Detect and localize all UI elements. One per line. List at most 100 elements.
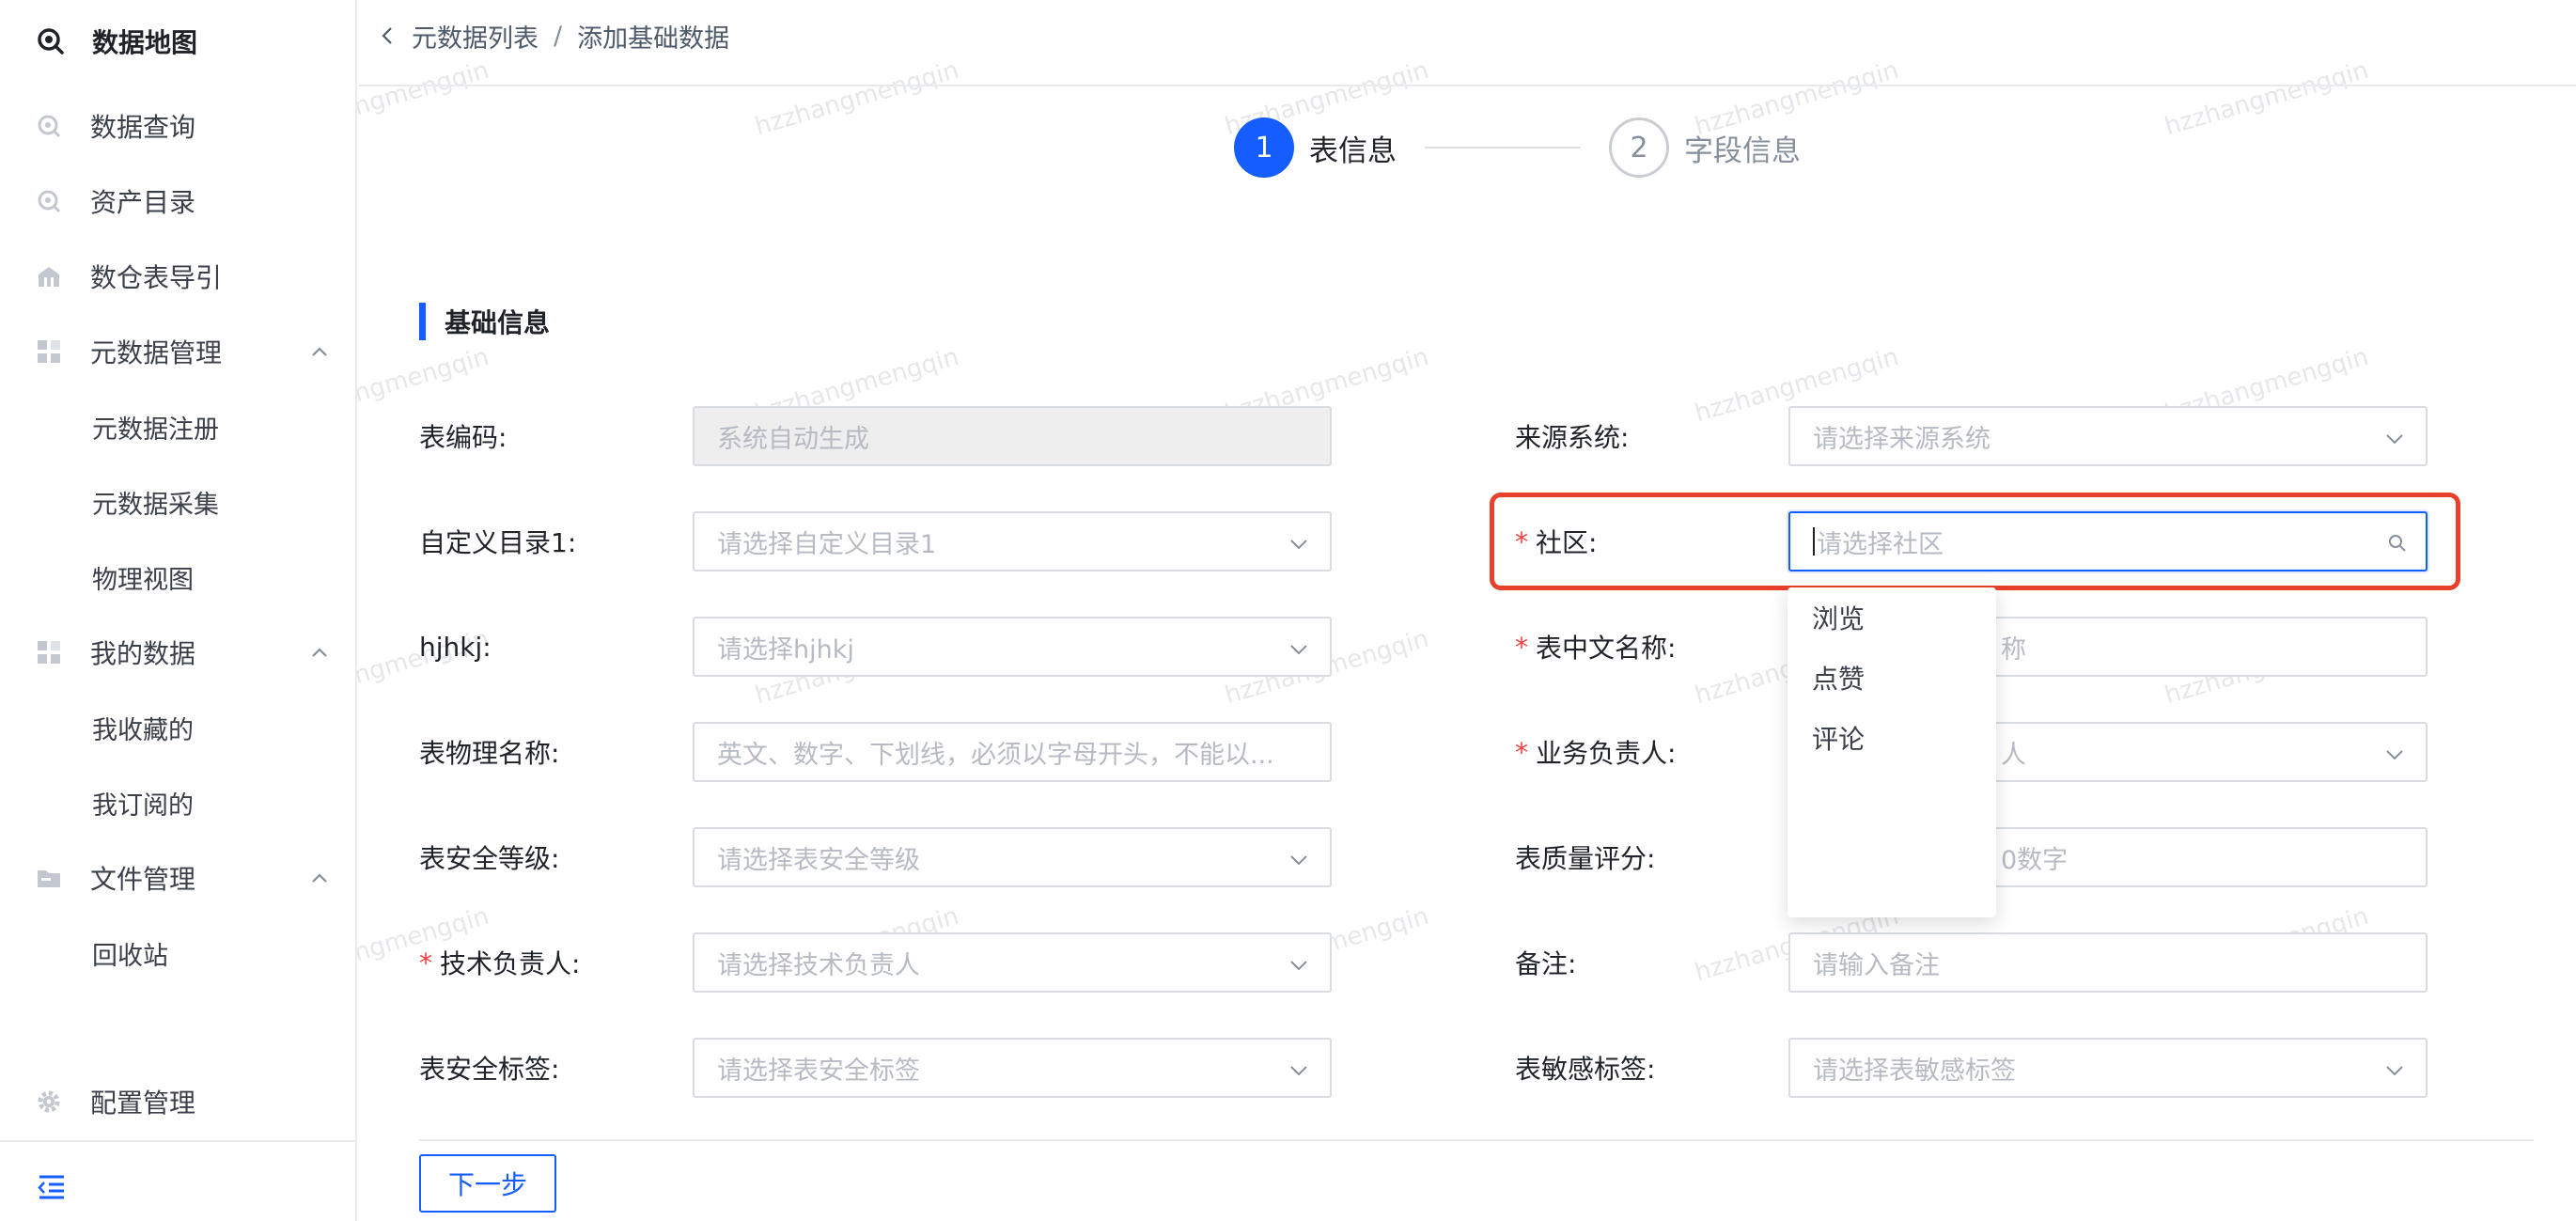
required-asterisk: * <box>419 947 432 978</box>
field-label-text: 来源系统: <box>1515 422 1630 453</box>
sidebar-item-metadata-management[interactable]: 元数据管理 <box>0 323 355 380</box>
field-label-text: 业务负责人: <box>1536 738 1677 769</box>
field-placeholder: 请选择自定义目录1 <box>717 529 937 559</box>
field-placeholder: 请选择hjhkj <box>717 634 854 665</box>
step-1-label: 表信息 <box>1309 133 1397 168</box>
menu-collapse-icon[interactable] <box>36 1173 68 1201</box>
search-data-icon <box>36 113 62 139</box>
chevron-down-icon <box>2386 434 2403 445</box>
dropdown-option-like[interactable]: 点赞 <box>1812 650 1865 706</box>
sidebar-subitem-physical-view[interactable]: 物理视图 <box>0 549 355 605</box>
chevron-down-icon <box>1290 1066 1307 1076</box>
source-system-label: 来源系统: <box>1515 406 1629 466</box>
field-placeholder: 请选择表敏感标签 <box>1813 1056 2016 1086</box>
warehouse-icon <box>36 263 62 290</box>
sidebar-subitem-label: 我收藏的 <box>92 715 194 745</box>
sidebar-item-my-data[interactable]: 我的数据 <box>0 624 355 681</box>
section-title: 基础信息 <box>419 303 550 340</box>
field-label-text: 表质量评分: <box>1515 843 1656 874</box>
field-label-text: 表物理名称: <box>419 738 560 769</box>
sidebar-subitem-recycle-bin[interactable]: 回收站 <box>0 925 355 981</box>
sidebar-item-warehouse-guide[interactable]: 数仓表导引 <box>0 248 355 305</box>
sidebar-item-label: 元数据管理 <box>90 337 223 368</box>
page-header: 元数据列表 / 添加基础数据 <box>359 0 2576 86</box>
step-1-indicator: 1 <box>1234 117 1294 178</box>
cn-name-label: * 表中文名称: <box>1515 617 1676 677</box>
field-label-text: 表安全等级: <box>419 843 560 874</box>
app-root: hzzhangmengqin hzzhangmengqin hzzhangmen… <box>0 0 2576 1221</box>
custom-dir-select[interactable]: 请选择自定义目录1 <box>693 511 1332 571</box>
asset-catalog-icon <box>36 188 62 214</box>
custom-dir-label: 自定义目录1: <box>419 511 576 571</box>
sidebar-item-data-query[interactable]: 数据查询 <box>0 98 355 154</box>
chevron-left-icon[interactable] <box>378 25 398 46</box>
field-label-text: 表编码: <box>419 422 507 453</box>
sidebar-subitem-my-subscriptions[interactable]: 我订阅的 <box>0 775 355 831</box>
sidebar-subitem-metadata-collect[interactable]: 元数据采集 <box>0 474 355 530</box>
chevron-down-icon <box>1290 961 1307 971</box>
steps: 1 表信息 2 字段信息 <box>1234 117 1801 179</box>
section-title-text: 基础信息 <box>445 307 551 338</box>
breadcrumb-parent-link[interactable]: 元数据列表 <box>412 18 539 55</box>
highlight-annotation-box <box>1490 493 2460 590</box>
chevron-down-icon <box>1290 540 1307 550</box>
sidebar-subitem-metadata-register[interactable]: 元数据注册 <box>0 399 355 455</box>
folder-icon <box>36 865 62 891</box>
sensitive-tag-label: 表敏感标签: <box>1515 1038 1655 1098</box>
sensitive-tag-select[interactable]: 请选择表敏感标签 <box>1788 1038 2428 1098</box>
sidebar-subitem-my-favorites[interactable]: 我收藏的 <box>0 699 355 756</box>
remark-input[interactable]: 请输入备注 <box>1788 932 2428 993</box>
chevron-down-icon <box>1290 855 1307 866</box>
next-step-button[interactable]: 下一步 <box>419 1154 556 1213</box>
security-level-select[interactable]: 请选择表安全等级 <box>693 827 1332 887</box>
breadcrumb-separator: / <box>554 21 563 51</box>
required-asterisk: * <box>1515 631 1528 663</box>
breadcrumb: 元数据列表 / 添加基础数据 <box>378 17 729 55</box>
community-dropdown: 浏览 点赞 评论 <box>1788 587 1996 917</box>
field-placeholder: 0数字 <box>2001 845 2069 875</box>
security-tag-select[interactable]: 请选择表安全标签 <box>693 1038 1332 1098</box>
section-accent-bar <box>419 303 426 340</box>
breadcrumb-current: 添加基础数据 <box>577 23 730 54</box>
dropdown-option-browse[interactable]: 浏览 <box>1812 589 1865 646</box>
step-2-indicator: 2 <box>1609 117 1669 178</box>
sidebar-subitem-label: 回收站 <box>92 941 168 971</box>
field-placeholder: 英文、数字、下划线，必须以字母开头，不能以... <box>717 740 1274 770</box>
field-placeholder: 请输入备注 <box>1813 950 1940 980</box>
remark-label: 备注: <box>1515 932 1576 993</box>
biz-owner-label: * 业务负责人: <box>1515 722 1676 782</box>
security-level-label: 表安全等级: <box>419 827 559 887</box>
tech-owner-label: * 技术负责人: <box>419 932 580 993</box>
sidebar-item-label: 数仓表导引 <box>90 262 223 293</box>
chevron-down-icon <box>2386 1066 2403 1076</box>
field-label-text: 表中文名称: <box>1536 633 1677 664</box>
chevron-up-icon[interactable] <box>308 340 331 363</box>
app-logo[interactable]: 数据地图 <box>36 21 197 62</box>
chevron-up-icon[interactable] <box>308 641 331 664</box>
chevron-up-icon[interactable] <box>308 867 331 889</box>
sidebar-item-file-management[interactable]: 文件管理 <box>0 850 355 906</box>
sidebar-item-label: 配置管理 <box>90 1088 196 1119</box>
step-2-label: 字段信息 <box>1684 133 1801 168</box>
hjhkj-select[interactable]: 请选择hjhkj <box>693 617 1332 677</box>
dropdown-option-comment[interactable]: 评论 <box>1812 710 1865 766</box>
tech-owner-select[interactable]: 请选择技术负责人 <box>693 932 1332 993</box>
sidebar-item-label: 文件管理 <box>90 864 196 895</box>
sidebar: 数据地图 数据查询 资产目录 数仓表导引 元数据管理 元数据注册 元数据采集 物… <box>0 0 357 1221</box>
field-label-text: 自定义目录1: <box>419 527 577 558</box>
required-asterisk: * <box>1515 736 1528 768</box>
app-title: 数据地图 <box>92 27 198 58</box>
sidebar-item-config-management[interactable]: 配置管理 <box>0 1073 355 1130</box>
sidebar-divider <box>0 1140 355 1142</box>
field-label-text: 技术负责人: <box>440 948 581 979</box>
sidebar-item-asset-catalog[interactable]: 资产目录 <box>0 173 355 229</box>
footer-divider <box>419 1139 2534 1141</box>
data-map-logo-icon <box>38 28 64 55</box>
grid-icon <box>36 338 62 365</box>
sidebar-subitem-label: 我订阅的 <box>92 791 194 821</box>
field-label-text: hjhkj: <box>419 631 492 663</box>
sidebar-item-label: 我的数据 <box>90 638 196 669</box>
physical-name-input[interactable]: 英文、数字、下划线，必须以字母开头，不能以... <box>693 722 1332 782</box>
field-placeholder: 请选择技术负责人 <box>717 950 920 980</box>
source-system-select[interactable]: 请选择来源系统 <box>1788 406 2428 466</box>
